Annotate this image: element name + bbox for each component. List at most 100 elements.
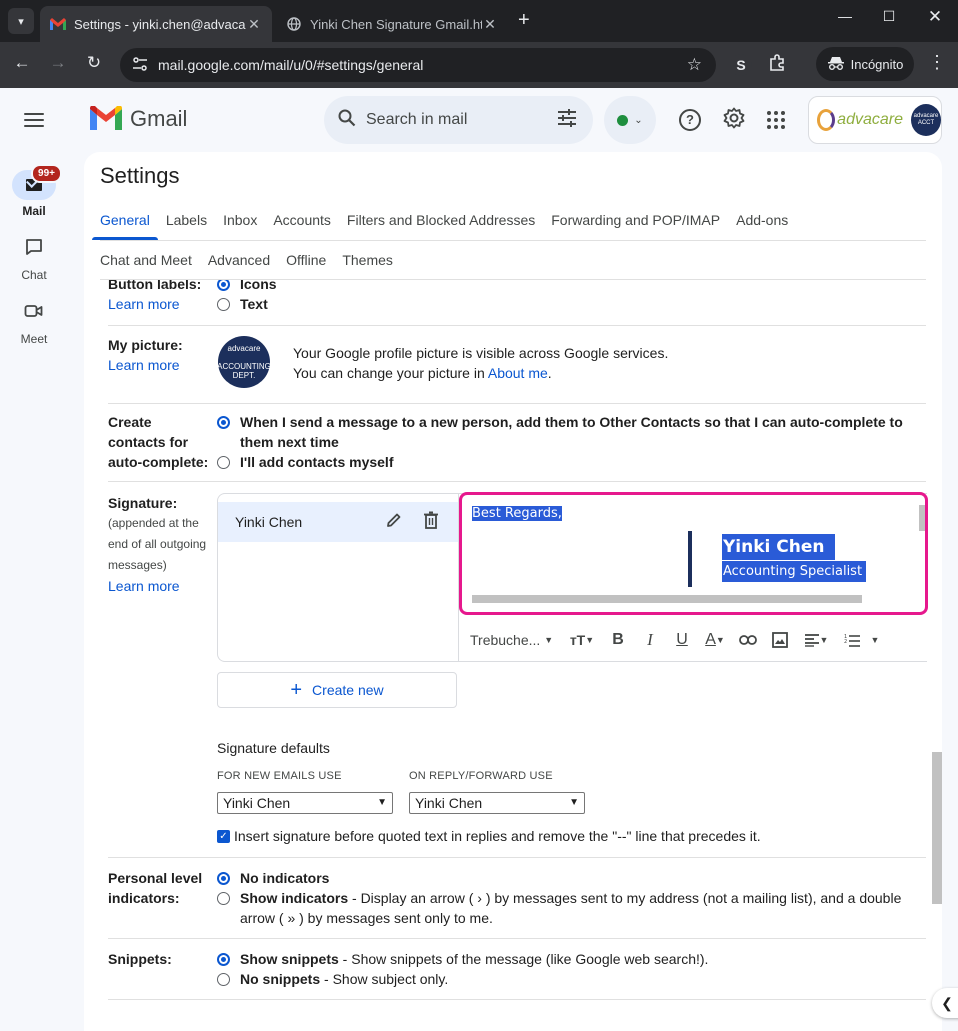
tab-offline[interactable]: Offline: [286, 240, 326, 280]
radio-unselected[interactable]: [217, 298, 230, 311]
button-labels-icons-option[interactable]: Icons: [216, 280, 277, 294]
google-apps-button[interactable]: [763, 107, 789, 133]
insert-signature-checkbox-row[interactable]: ✓ Insert signature before quoted text in…: [217, 828, 761, 844]
show-snippets-option[interactable]: Show snippets - Show snippets of the mes…: [216, 949, 708, 969]
address-bar[interactable]: mail.google.com/mail/u/0/#settings/gener…: [120, 48, 716, 82]
tab-filters[interactable]: Filters and Blocked Addresses: [347, 200, 535, 240]
radio-unselected[interactable]: [217, 973, 230, 986]
editor-vertical-scrollbar[interactable]: [919, 505, 925, 531]
no-snippets-option[interactable]: No snippets - Show subject only.: [216, 969, 448, 989]
minimize-window-icon[interactable]: —: [822, 8, 868, 24]
checkbox-checked[interactable]: ✓: [217, 829, 230, 843]
tab-inbox[interactable]: Inbox: [223, 200, 257, 240]
browser-tab-settings[interactable]: Settings - yinki.chen@advacarep ✕: [40, 6, 272, 42]
more-formatting-icon[interactable]: ▼: [868, 625, 882, 655]
font-family-select[interactable]: Trebuche... ▼: [470, 625, 562, 655]
radio-selected[interactable]: [217, 416, 230, 429]
show-indicators-option[interactable]: Show indicators - Display an arrow ( › )…: [216, 888, 916, 928]
italic-icon[interactable]: I: [634, 625, 666, 655]
search-icon[interactable]: [338, 109, 356, 132]
settings-tabs-row-1: General Labels Inbox Accounts Filters an…: [92, 200, 804, 240]
page-scrollbar[interactable]: [932, 752, 942, 904]
search-bar[interactable]: Search in mail: [324, 96, 593, 144]
profile-picture[interactable]: advacare ACCOUNTING DEPT.: [217, 336, 271, 388]
tab-labels[interactable]: Labels: [166, 200, 207, 240]
option-label: Icons: [240, 280, 277, 292]
close-window-icon[interactable]: ✕: [912, 7, 958, 27]
tab-search-chevron-icon[interactable]: ▾: [8, 8, 34, 34]
close-tab-icon[interactable]: ✕: [246, 16, 262, 33]
text-color-icon[interactable]: A ▼: [698, 625, 732, 655]
learn-more-link[interactable]: Learn more: [108, 294, 201, 314]
close-tab-icon[interactable]: ✕: [482, 16, 498, 33]
button-labels-text-option[interactable]: Text: [216, 294, 268, 314]
tab-themes[interactable]: Themes: [342, 240, 393, 280]
option-description: - Show snippets of the message (like Goo…: [338, 951, 709, 967]
browser-tab-strip: ▾ Settings - yinki.chen@advacarep ✕ Yink…: [0, 0, 958, 42]
radio-unselected[interactable]: [217, 456, 230, 469]
support-button[interactable]: ?: [677, 107, 703, 133]
tab-forwarding[interactable]: Forwarding and POP/IMAP: [551, 200, 720, 240]
back-arrow-icon[interactable]: ←: [10, 53, 34, 73]
search-options-icon[interactable]: [557, 108, 577, 132]
tab-accounts[interactable]: Accounts: [273, 200, 331, 240]
new-emails-signature-select[interactable]: Yinki Chen ▼: [217, 792, 393, 814]
browser-tab-signature-file[interactable]: Yinki Chen Signature Gmail.htm ✕: [276, 6, 508, 42]
edit-pencil-icon[interactable]: [386, 512, 402, 533]
tab-chat-and-meet[interactable]: Chat and Meet: [100, 240, 192, 280]
signature-subtext: end of all outgoing: [108, 537, 207, 551]
insert-image-icon[interactable]: [764, 625, 796, 655]
learn-more-link[interactable]: Learn more: [108, 355, 183, 375]
signature-editor[interactable]: Best Regards, Yinki Chen Accounting Spec…: [459, 492, 928, 615]
select-value: Yinki Chen: [223, 795, 291, 811]
account-switcher[interactable]: advacare advacare ACCT: [808, 96, 942, 144]
radio-selected[interactable]: [217, 280, 230, 291]
link-icon[interactable]: [732, 625, 764, 655]
create-new-signature-button[interactable]: + Create new: [217, 672, 457, 708]
maximize-window-icon[interactable]: ☐: [866, 8, 912, 25]
indicators-heading-2: indicators:: [108, 890, 180, 906]
browser-tab-title: Yinki Chen Signature Gmail.htm: [310, 16, 482, 32]
incognito-indicator[interactable]: Incógnito: [816, 47, 914, 81]
reload-icon[interactable]: ↻: [82, 53, 106, 73]
contacts-manual-option[interactable]: I'll add contacts myself: [216, 452, 394, 472]
rail-mail[interactable]: 99+ Mail: [0, 164, 68, 218]
main-menu-icon[interactable]: [20, 107, 48, 133]
new-tab-icon[interactable]: +: [518, 10, 530, 30]
tab-general[interactable]: General: [92, 200, 158, 240]
contacts-auto-option[interactable]: When I send a message to a new person, a…: [216, 412, 916, 452]
no-indicators-option[interactable]: No indicators: [216, 868, 329, 888]
bold-icon[interactable]: B: [602, 625, 634, 655]
site-info-icon[interactable]: [132, 56, 152, 74]
delete-trash-icon[interactable]: [424, 511, 438, 529]
radio-selected[interactable]: [217, 953, 230, 966]
settings-button[interactable]: [721, 107, 747, 133]
radio-selected[interactable]: [217, 872, 230, 885]
forward-arrow-icon[interactable]: →: [46, 53, 70, 73]
tab-advanced[interactable]: Advanced: [208, 240, 270, 280]
option-label: Text: [240, 296, 268, 312]
extensions-puzzle-icon[interactable]: [768, 54, 786, 77]
learn-more-link[interactable]: Learn more: [108, 576, 206, 596]
settings-content[interactable]: Button labels: Learn more Icons Text My …: [84, 280, 942, 1031]
numbered-list-icon[interactable]: 12: [836, 625, 868, 655]
font-size-button[interactable]: тT ▼: [562, 625, 602, 655]
rail-meet[interactable]: Meet: [0, 298, 68, 346]
signature-list-item[interactable]: Yinki Chen: [218, 502, 458, 542]
radio-unselected[interactable]: [217, 892, 230, 905]
rail-chat[interactable]: Chat: [0, 234, 68, 282]
underline-icon[interactable]: U: [666, 625, 698, 655]
formatting-toolbar: Trebuche... ▼ тT ▼ B I U A ▼ ▼ 12 ▼: [460, 620, 928, 660]
tab-add-ons[interactable]: Add-ons: [736, 200, 788, 240]
editor-horizontal-scrollbar[interactable]: [472, 595, 862, 603]
search-input[interactable]: Search in mail: [366, 111, 557, 129]
browser-menu-icon[interactable]: ⋮: [928, 52, 946, 73]
status-selector[interactable]: ⌄: [604, 96, 656, 144]
about-me-link[interactable]: About me: [488, 365, 548, 381]
profile-avatar[interactable]: S: [730, 54, 752, 76]
bookmark-star-icon[interactable]: ☆: [687, 55, 702, 75]
gmail-logo[interactable]: Gmail: [90, 105, 187, 132]
align-icon[interactable]: ▼: [796, 625, 836, 655]
reply-forward-signature-select[interactable]: Yinki Chen ▼: [409, 792, 585, 814]
chevron-left-icon[interactable]: ❮: [932, 988, 958, 1018]
